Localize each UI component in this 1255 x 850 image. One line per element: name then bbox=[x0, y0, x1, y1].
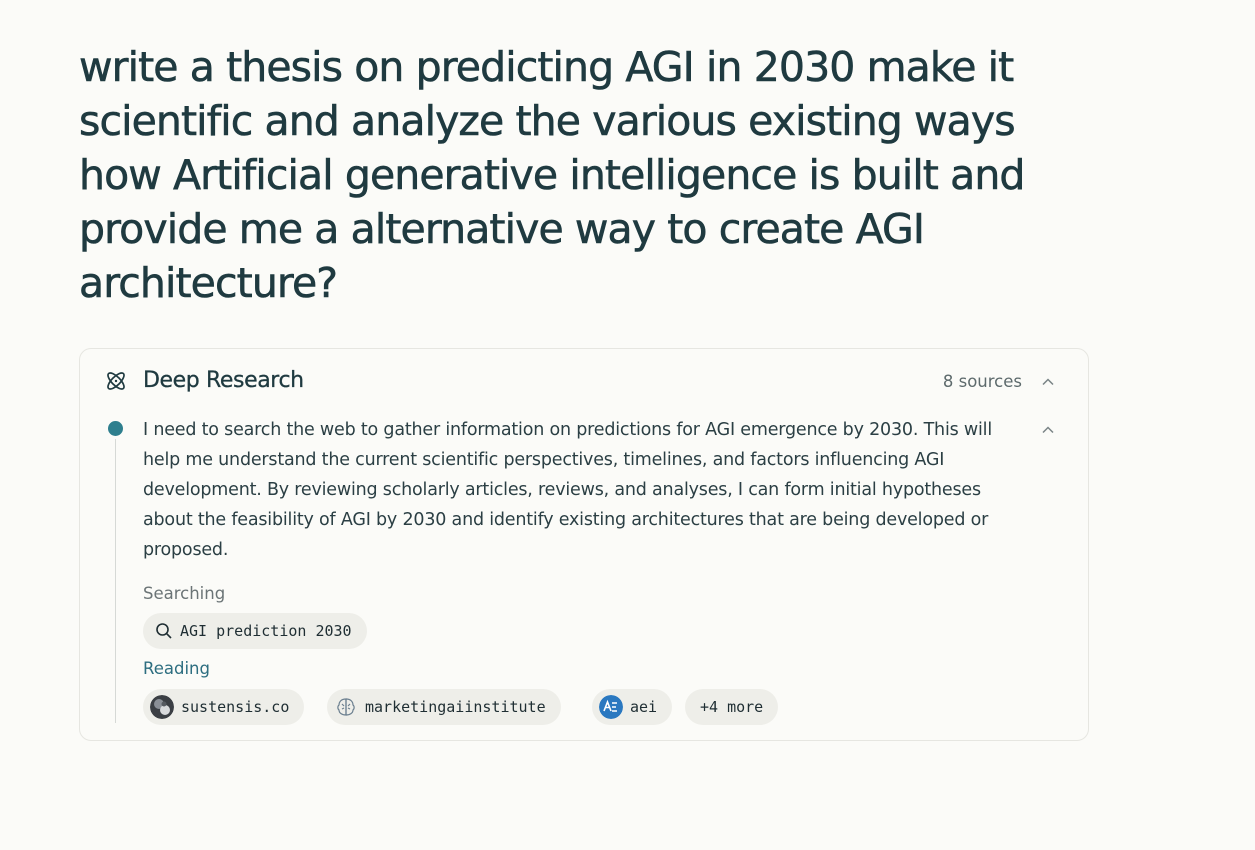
more-sources-pill[interactable]: +4 more bbox=[685, 689, 779, 725]
deep-research-title: Deep Research bbox=[143, 368, 304, 393]
chevron-up-icon[interactable] bbox=[1040, 422, 1056, 438]
source-pill[interactable]: marketingaiinstitute bbox=[327, 689, 561, 725]
atom-icon bbox=[107, 372, 125, 390]
source-name: aei bbox=[630, 698, 658, 716]
deep-research-panel: Deep Research 8 sources I need to search… bbox=[79, 348, 1089, 741]
source-name: sustensis.co bbox=[181, 698, 290, 716]
search-query-text: AGI prediction 2030 bbox=[180, 622, 352, 640]
source-pill[interactable]: sustensis.co bbox=[143, 689, 305, 725]
timeline-line bbox=[115, 439, 116, 723]
source-pill[interactable]: aei bbox=[592, 689, 673, 725]
aei-favicon bbox=[599, 695, 623, 719]
search-icon bbox=[156, 623, 172, 639]
searching-label: Searching bbox=[143, 584, 226, 603]
deep-research-header[interactable]: Deep Research 8 sources bbox=[80, 349, 1088, 413]
sustensis-favicon bbox=[150, 695, 174, 719]
timeline-dot bbox=[108, 421, 123, 436]
search-query-pill[interactable]: AGI prediction 2030 bbox=[143, 613, 367, 649]
research-step-text: I need to search the web to gather infor… bbox=[143, 420, 992, 560]
source-name: marketingaiinstitute bbox=[365, 698, 546, 716]
sources-count[interactable]: 8 sources bbox=[943, 371, 1022, 393]
reading-label: Reading bbox=[143, 659, 210, 678]
chevron-up-icon[interactable] bbox=[1040, 374, 1056, 390]
user-query: write a thesis on predicting AGI in 2030… bbox=[79, 43, 1026, 308]
brain-favicon bbox=[334, 695, 358, 719]
